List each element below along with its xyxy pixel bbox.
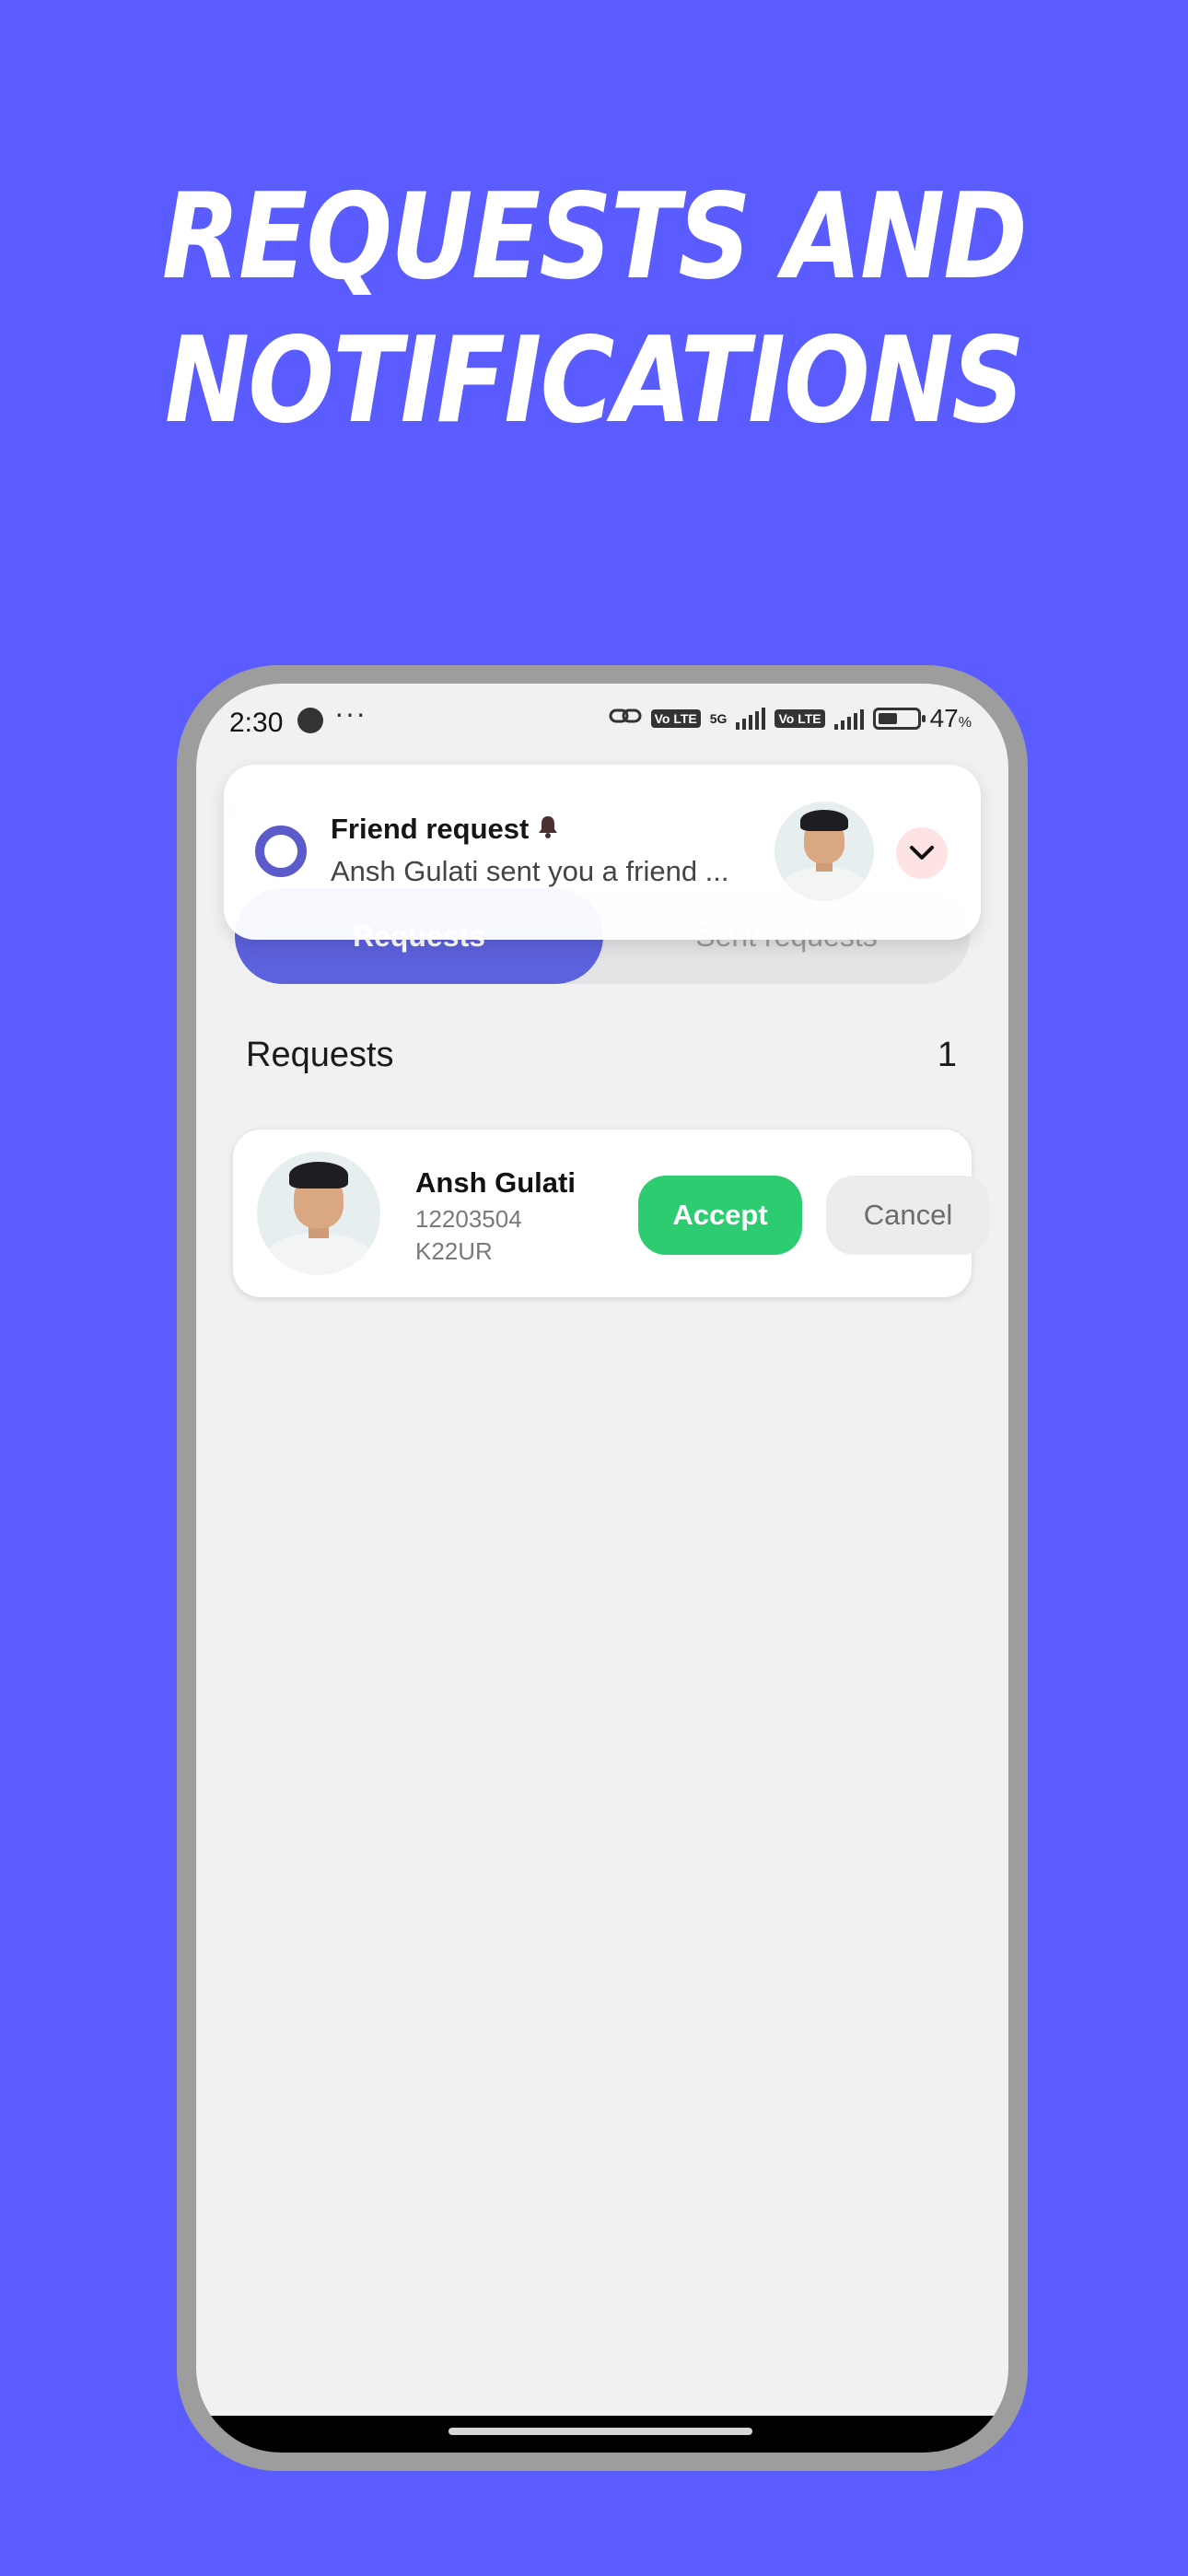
headline-line-1: REQUESTS AND [161,169,1028,306]
phone-screen: 2:30 ··· Vo LTE 5G Vo LTE 47% ‹ Requests… [196,684,1008,2453]
headline: REQUESTS AND NOTIFICATIONS [83,166,1104,453]
camera-dot-icon [297,708,323,733]
section-count: 1 [937,1036,957,1074]
request-id: 12203504 [415,1205,522,1233]
battery-icon [872,708,926,730]
section-title: Requests [246,1036,394,1074]
home-indicator[interactable] [448,2428,752,2435]
status-icons: Vo LTE 5G Vo LTE 47% [609,704,972,733]
ring-icon [255,825,307,877]
accept-button[interactable]: Accept [638,1176,802,1255]
notification-title: Friend request [331,813,530,845]
volte-chip-2: Vo LTE [775,709,825,728]
notification-banner[interactable]: Friend request Ansh Gulati sent you a fr… [224,765,981,940]
avatar [257,1152,380,1275]
network-5g-label: 5G [709,711,728,726]
request-card: Ansh Gulati 12203504 K22UR Accept Cancel [233,1130,990,1297]
notification-body: Ansh Gulati sent you a friend ... [331,855,729,887]
chevron-down-icon[interactable] [896,827,948,879]
notification-avatar [775,802,874,901]
signal-1-icon [736,708,766,730]
signal-2-icon [833,708,864,730]
request-name: Ansh Gulati [415,1166,576,1199]
volte-chip-1: Vo LTE [650,709,701,728]
cancel-button[interactable]: Cancel [826,1176,990,1255]
headline-line-2: NOTIFICATIONS [164,312,1025,450]
battery-percent: 47% [929,704,972,732]
bell-icon [537,814,559,845]
link-icon [609,705,642,733]
request-section: K22UR [415,1237,493,1265]
more-icon: ··· [334,697,367,730]
status-time: 2:30 [229,708,284,738]
